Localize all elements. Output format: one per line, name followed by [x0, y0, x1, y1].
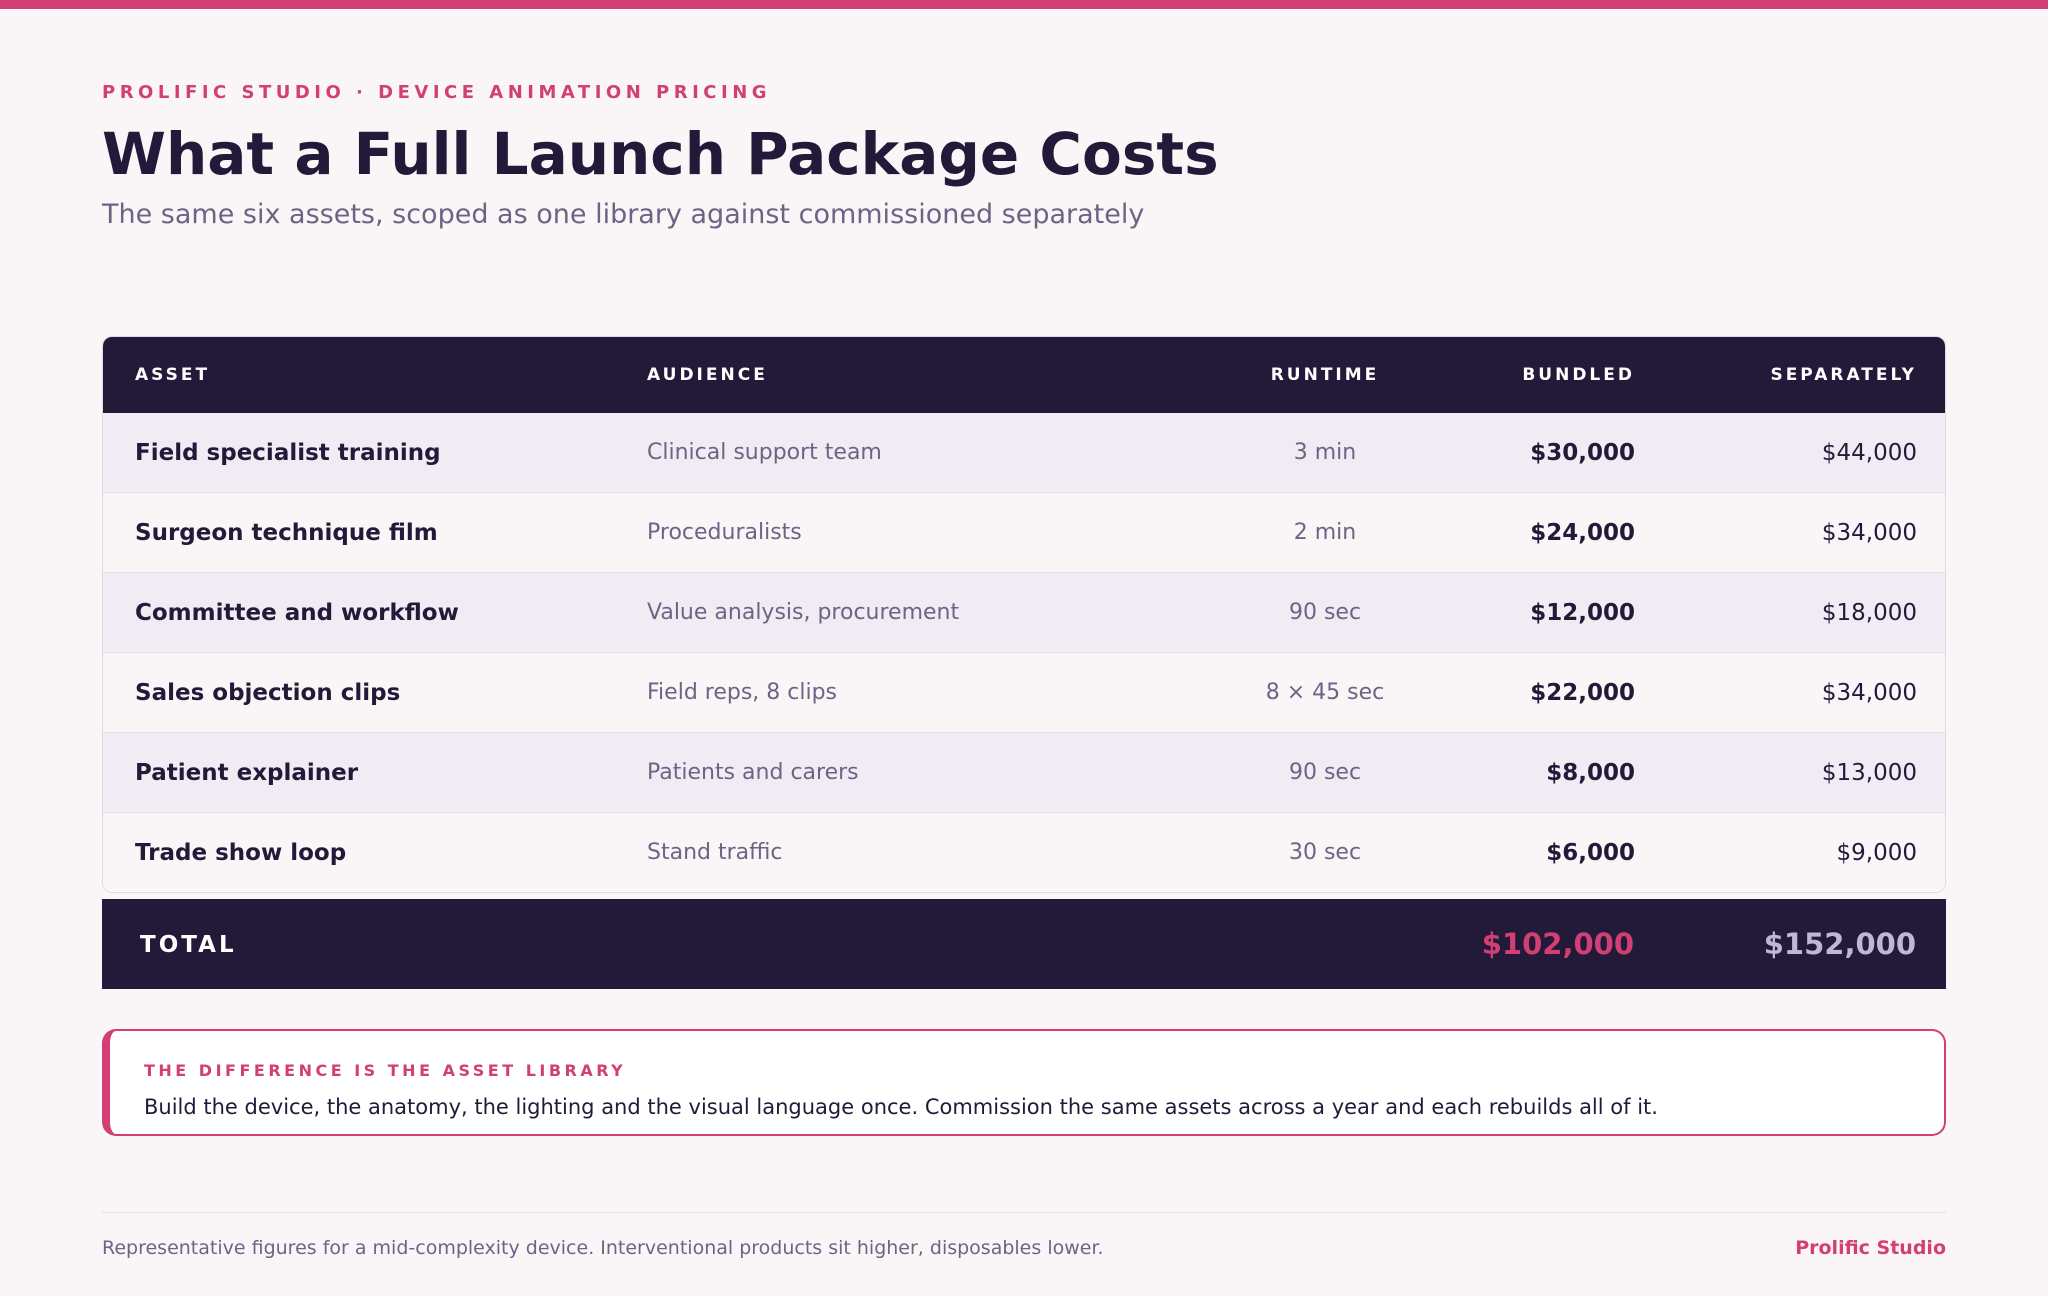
cell-separately: $34,000	[1821, 680, 1917, 706]
cell-runtime: 90 sec	[1288, 760, 1362, 785]
cell-asset: Sales objection clips	[135, 680, 401, 706]
cell-asset: Field specialist training	[135, 440, 441, 466]
cell-bundled: $30,000	[1530, 440, 1635, 466]
cell-separately: $34,000	[1821, 520, 1917, 546]
column-header-runtime: RUNTIME	[1270, 365, 1380, 385]
callout-box: THE DIFFERENCE IS THE ASSET LIBRARY Buil…	[102, 1029, 1946, 1136]
total-row: TOTAL $102,000 $152,000	[102, 899, 1946, 989]
cell-audience: Patients and carers	[647, 760, 859, 785]
table-row: Patient explainer Patients and carers 90…	[103, 733, 1945, 813]
cell-audience: Field reps, 8 clips	[647, 680, 838, 705]
cell-runtime: 30 sec	[1288, 840, 1362, 865]
cell-asset: Patient explainer	[135, 760, 359, 786]
cell-bundled: $22,000	[1530, 680, 1635, 706]
column-header-bundled: BUNDLED	[1522, 365, 1635, 385]
callout-title: THE DIFFERENCE IS THE ASSET LIBRARY	[144, 1061, 627, 1080]
table-row: Trade show loop Stand traffic 30 sec $6,…	[103, 813, 1945, 892]
footer-divider	[102, 1212, 1946, 1213]
top-accent-bar	[0, 0, 2048, 9]
total-label: TOTAL	[140, 932, 237, 958]
cell-bundled: $12,000	[1530, 600, 1635, 626]
cell-bundled: $24,000	[1530, 520, 1635, 546]
cell-separately: $44,000	[1821, 440, 1917, 466]
page-title: What a Full Launch Package Costs	[102, 120, 1219, 188]
cell-asset: Committee and workflow	[135, 600, 459, 626]
table-row: Surgeon technique film Proceduralists 2 …	[103, 493, 1945, 573]
total-bundled: $102,000	[1481, 927, 1634, 961]
cell-audience: Proceduralists	[647, 520, 802, 545]
eyebrow-label: PROLIFIC STUDIO · DEVICE ANIMATION PRICI…	[102, 82, 772, 103]
table-row: Field specialist training Clinical suppo…	[103, 413, 1945, 493]
total-separately: $152,000	[1763, 927, 1916, 961]
footer-brand: Prolific Studio	[1795, 1237, 1946, 1259]
cell-audience: Stand traffic	[647, 840, 783, 865]
cell-runtime: 8 × 45 sec	[1265, 680, 1385, 705]
cell-separately: $9,000	[1836, 840, 1917, 866]
cell-asset: Surgeon technique film	[135, 520, 438, 546]
cell-bundled: $8,000	[1546, 760, 1635, 786]
cell-bundled: $6,000	[1546, 840, 1635, 866]
table-header: ASSET AUDIENCE RUNTIME BUNDLED SEPARATEL…	[103, 337, 1945, 413]
column-header-asset: ASSET	[135, 365, 211, 385]
cell-separately: $18,000	[1821, 600, 1917, 626]
cell-runtime: 3 min	[1293, 440, 1357, 465]
table-row: Committee and workflow Value analysis, p…	[103, 573, 1945, 653]
page-subtitle: The same six assets, scoped as one libra…	[102, 199, 1145, 230]
cell-separately: $13,000	[1821, 760, 1917, 786]
cell-runtime: 90 sec	[1288, 600, 1362, 625]
callout-body: Build the device, the anatomy, the light…	[144, 1095, 1658, 1119]
cell-audience: Clinical support team	[647, 440, 882, 465]
column-header-separately: SEPARATELY	[1770, 365, 1917, 385]
footer-note: Representative figures for a mid-complex…	[102, 1237, 1104, 1259]
pricing-table: ASSET AUDIENCE RUNTIME BUNDLED SEPARATEL…	[102, 336, 1946, 893]
cell-audience: Value analysis, procurement	[647, 600, 960, 625]
table-row: Sales objection clips Field reps, 8 clip…	[103, 653, 1945, 733]
cell-runtime: 2 min	[1293, 520, 1357, 545]
cell-asset: Trade show loop	[135, 840, 347, 866]
column-header-audience: AUDIENCE	[647, 365, 768, 385]
